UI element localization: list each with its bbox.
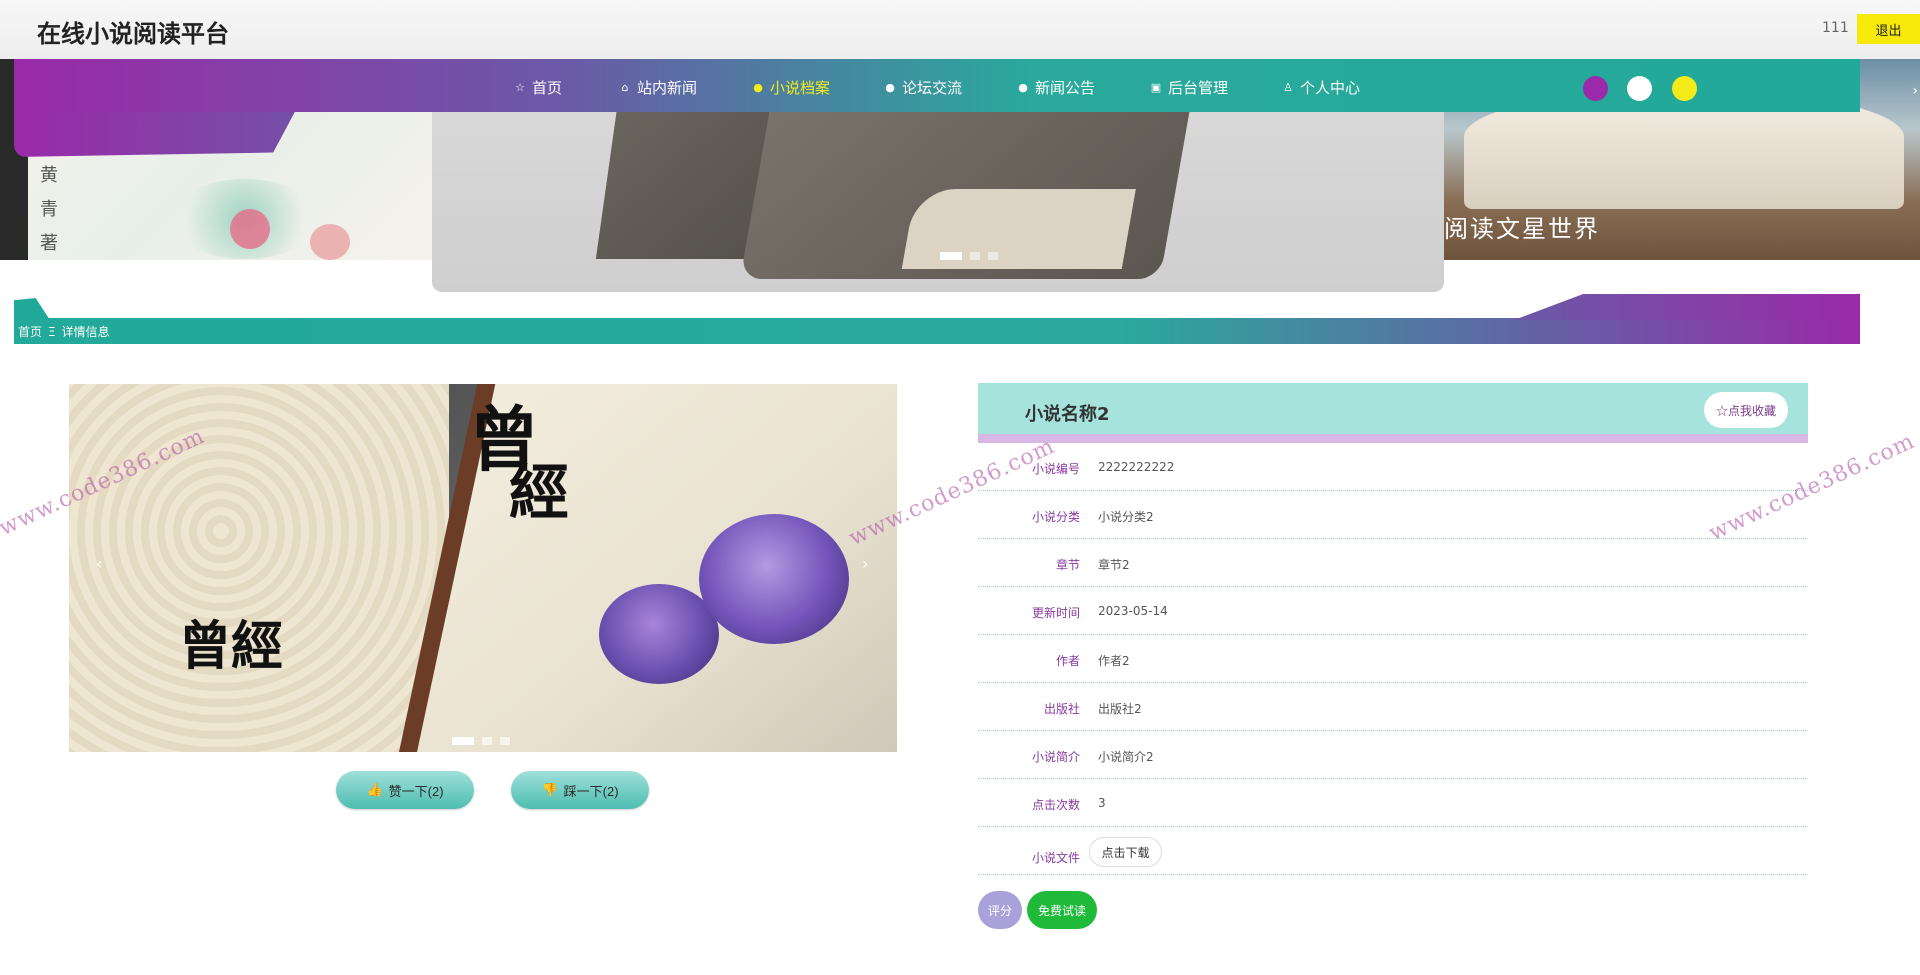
bag-icon: ⌂	[621, 80, 629, 94]
carousel-dot[interactable]	[500, 737, 510, 745]
detail-row: 作者 作者2	[978, 635, 1808, 683]
field-label: 章节	[1055, 558, 1080, 572]
detail-row: 小说分类 小说分类2	[978, 491, 1808, 539]
nav-item-home[interactable]: ☆ 首页	[514, 77, 619, 97]
detail-row: 更新时间 2023-05-14	[978, 587, 1808, 635]
carousel-dot[interactable]	[452, 737, 474, 745]
field-value: 2222222222	[1098, 460, 1175, 474]
detail-header: 小说名称2 ☆点我收藏	[978, 383, 1808, 443]
cover-title-large-2: 經	[509, 458, 569, 528]
detail-row: 小说编号 2222222222	[978, 443, 1808, 491]
nav-item-label: 个人中心	[1300, 78, 1361, 97]
theme-swatch-yellow[interactable]	[1672, 76, 1697, 101]
field-value: 小说简介2	[1098, 750, 1154, 764]
nav-item-label: 论坛交流	[902, 78, 963, 97]
nav-item-label: 小说档案	[770, 78, 831, 97]
nav-item-novel-archive[interactable]: ● 小说档案	[752, 77, 884, 97]
field-label: 点击次数	[1031, 798, 1080, 812]
briefcase-icon: ▣	[1150, 80, 1162, 94]
info-icon: ●	[753, 80, 763, 94]
field-value: 小说分类2	[1098, 510, 1154, 524]
nav-item-label: 后台管理	[1168, 78, 1229, 97]
user-icon: ♙	[1283, 80, 1293, 94]
field-label: 作者	[1055, 654, 1080, 668]
top-header: 在线小说阅读平台 111 退出	[0, 0, 1920, 59]
breadcrumb-separator: Ξ	[48, 324, 56, 339]
download-button[interactable]: 点击下载	[1089, 837, 1162, 867]
free-read-button[interactable]: 免费试读	[1027, 891, 1097, 929]
lotus-illustration	[699, 514, 849, 644]
gallery-dots[interactable]	[452, 737, 510, 745]
nav-item-label: 新闻公告	[1035, 78, 1096, 97]
theme-swatch-purple[interactable]	[1583, 76, 1608, 101]
field-label: 小说文件	[1031, 851, 1080, 865]
dislike-label: 踩一下(2)	[563, 783, 619, 799]
nav-item-announcements[interactable]: ● 新闻公告	[1017, 77, 1150, 97]
rate-button[interactable]: 评分	[978, 891, 1022, 929]
carousel-dot[interactable]	[940, 252, 962, 260]
carousel-dot[interactable]	[988, 252, 998, 260]
chevron-right-icon[interactable]: ›	[1912, 83, 1918, 99]
theme-swatch-white[interactable]	[1627, 76, 1652, 101]
hero-left-text: 黄 青 著	[40, 165, 58, 254]
detail-row: 点击次数 3	[978, 779, 1808, 827]
nav-item-label: 首页	[532, 78, 563, 97]
field-value: 作者2	[1098, 654, 1130, 668]
like-label: 赞一下(2)	[388, 783, 444, 799]
dislike-button[interactable]: 👎 踩一下(2)	[511, 771, 649, 809]
novel-title: 小说名称2	[1025, 404, 1110, 425]
nav-item-forum[interactable]: ● 论坛交流	[884, 77, 1017, 97]
field-label: 出版社	[1043, 702, 1080, 716]
chevron-right-icon[interactable]: ›	[862, 554, 868, 573]
nav-item-label: 站内新闻	[637, 78, 698, 97]
field-value: 出版社2	[1098, 702, 1142, 716]
logout-button[interactable]: 退出	[1857, 14, 1920, 44]
breadcrumb-current: 详情信息	[61, 325, 110, 339]
chevron-left-icon[interactable]: ‹	[96, 554, 102, 573]
username-label[interactable]: 111	[1822, 20, 1849, 36]
hero-carousel-dots[interactable]	[940, 252, 998, 260]
site-title: 在线小说阅读平台	[37, 20, 229, 48]
thumbs-up-icon: 👍	[366, 782, 383, 797]
novel-detail-panel: 小说名称2 ☆点我收藏 小说编号 2222222222 小说分类 小说分类2 章…	[978, 383, 1808, 875]
carousel-dot[interactable]	[482, 737, 492, 745]
detail-row-file: 小说文件 点击下载	[978, 827, 1808, 875]
nav-item-admin[interactable]: ▣ 后台管理	[1150, 77, 1282, 97]
favorite-button[interactable]: ☆点我收藏	[1704, 392, 1788, 428]
detail-row: 章节 章节2	[978, 539, 1808, 587]
detail-row: 小说简介 小说简介2	[978, 731, 1808, 779]
field-value: 章节2	[1098, 558, 1130, 572]
cover-title-small: 曾經	[179, 616, 284, 677]
breadcrumb: 首页 Ξ 详情信息	[18, 323, 110, 340]
nav-item-site-news[interactable]: ⌂ 站内新闻	[619, 77, 752, 97]
hero-right-text: 阅读文星世界	[1444, 215, 1600, 243]
field-value: 3	[1098, 796, 1106, 810]
star-icon: ☆	[515, 80, 525, 94]
field-value: 2023-05-14	[1098, 604, 1168, 618]
thumbs-down-icon: 👎	[541, 782, 558, 797]
breadcrumb-home[interactable]: 首页	[18, 323, 42, 340]
carousel-dot[interactable]	[970, 252, 980, 260]
field-label: 小说分类	[1031, 510, 1080, 524]
breadcrumb-band	[14, 294, 1860, 344]
nav-menu: ☆ 首页 ⌂ 站内新闻 ● 小说档案 ● 论坛交流 ● 新闻公告 ▣ 后台管理 …	[514, 77, 1402, 97]
field-label: 小说简介	[1031, 750, 1080, 764]
question-icon: ●	[885, 80, 895, 94]
detail-row: 出版社 出版社2	[978, 683, 1808, 731]
like-button[interactable]: 👍 赞一下(2)	[336, 771, 474, 809]
info-icon: ●	[1018, 80, 1028, 94]
nav-item-profile[interactable]: ♙ 个人中心	[1282, 77, 1402, 97]
lotus-illustration	[599, 584, 719, 684]
field-label: 更新时间	[1031, 606, 1080, 620]
